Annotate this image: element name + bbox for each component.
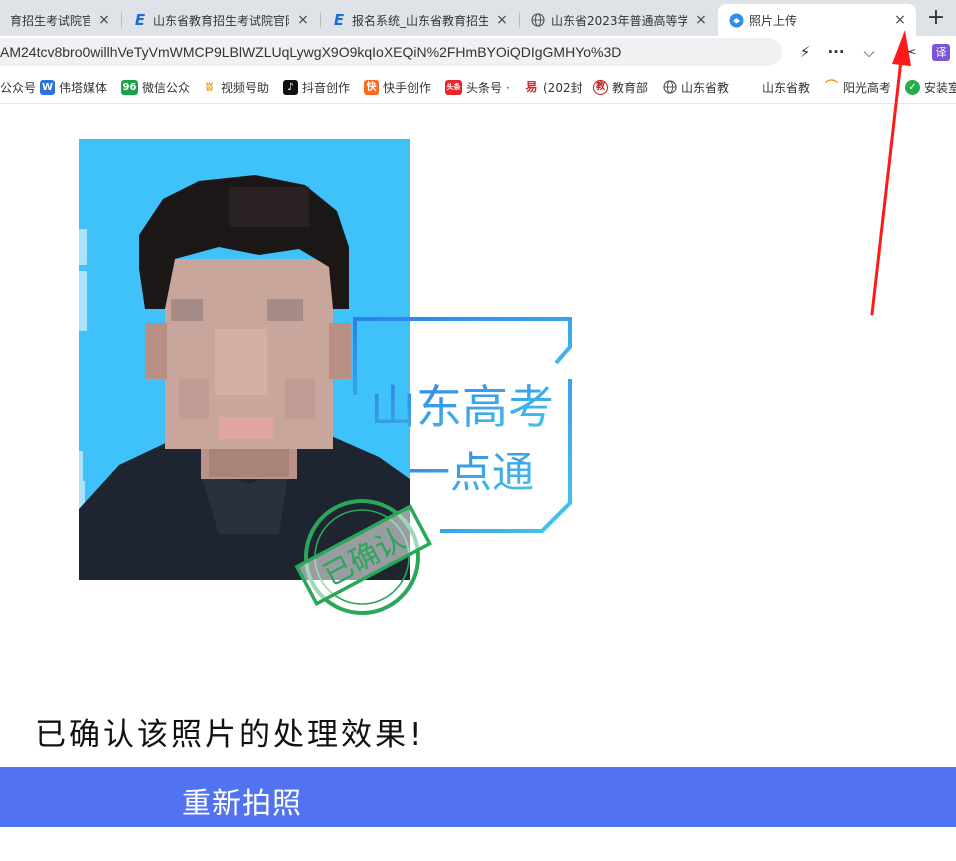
bookmark-label: 山东省教 — [762, 80, 811, 95]
globe-icon — [662, 79, 677, 95]
address-bar: AM24tcv8bro0willhVeTyVmWMCP9LBlWZLUqLywg… — [0, 36, 956, 68]
bookmark-item[interactable]: 教 教育部 — [593, 78, 655, 96]
tab-4[interactable]: 山东省2023年普通高等学 × — [520, 4, 717, 36]
tab-title: 照片上传 — [749, 13, 798, 28]
bookmarks-bar: 公众号 W 伟塔媒体 96 微信公众 ʬ 视频号助 ♪ 抖音创作 快 快手创作 … — [0, 68, 956, 104]
bookmark-label: 阳光高考 — [843, 80, 892, 95]
netease-icon: 易 — [524, 79, 539, 95]
site-logo-icon — [728, 12, 744, 28]
bookmark-label: 公众号 — [0, 80, 36, 95]
bookmark-label: 快手创作 — [383, 80, 432, 95]
retake-photo-label: 重新拍照 — [182, 788, 303, 820]
toutiao-icon: 头条 — [445, 79, 462, 95]
tiktok-icon: ♪ — [283, 79, 298, 95]
close-tab-icon[interactable]: × — [494, 12, 510, 28]
lightning-icon[interactable]: ⚡ — [795, 42, 815, 62]
bookmark-item[interactable]: ʬ 视频号助 — [202, 78, 274, 96]
url-field[interactable]: AM24tcv8bro0willhVeTyVmWMCP9LBlWZLUqLywg… — [0, 38, 782, 66]
tab-strip: 育招生考试院官网 × E 山东省教育招生考试院官网 × E 报名系统_山东省教育… — [0, 0, 956, 36]
bookmark-item[interactable]: ♪ 抖音创作 — [283, 78, 355, 96]
e-logo-icon: E — [333, 11, 345, 29]
bookmark-item[interactable]: E 山东省教 — [743, 78, 815, 96]
tab-title: 育招生考试院官网 — [10, 13, 90, 28]
bookmark-label: (202封 — [543, 80, 583, 95]
bookmark-item[interactable]: 公众号 — [0, 78, 36, 96]
tab-title: 山东省2023年普通高等学 — [551, 13, 687, 28]
close-tab-icon[interactable]: × — [693, 12, 709, 28]
watermark-logo-line1: 山东高考 — [370, 380, 554, 434]
new-tab-button[interactable]: + — [922, 6, 950, 30]
tab-photo-upload[interactable]: 照片上传 × — [718, 4, 916, 36]
bookmark-label: 视频号助 — [221, 80, 270, 95]
moe-emblem-icon: 教 — [593, 79, 608, 95]
bookmark-item[interactable]: ✓ 安装室 — [905, 78, 956, 96]
tab-title: 山东省教育招生考试院官网 — [153, 13, 289, 28]
rainbow-icon: ⌒ — [824, 79, 838, 95]
bookmark-item[interactable]: W 伟塔媒体 — [40, 78, 112, 96]
close-tab-icon[interactable]: × — [892, 12, 908, 28]
tab-1[interactable]: 育招生考试院官网 × — [0, 4, 120, 36]
close-tab-icon[interactable]: × — [96, 12, 112, 28]
retake-photo-button[interactable]: 重新拍照 — [0, 767, 956, 827]
check-circle-icon: ✓ — [905, 79, 920, 95]
e-logo-icon: E — [747, 81, 754, 93]
bookmark-item[interactable]: 快 快手创作 — [364, 78, 436, 96]
more-icon[interactable]: ··· — [826, 42, 846, 62]
bookmark-item[interactable]: 头条 头条号 · — [445, 78, 515, 96]
globe-icon — [530, 12, 546, 28]
bookmark-label: 抖音创作 — [302, 80, 351, 95]
chevron-down-icon[interactable]: ⌵ — [859, 42, 879, 62]
close-tab-icon[interactable]: × — [295, 12, 311, 28]
bookmark-item[interactable]: ⌒ 阳光高考 — [824, 78, 896, 96]
bookmark-item[interactable]: 96 微信公众 — [121, 78, 193, 96]
tab-2[interactable]: E 山东省教育招生考试院官网 × — [122, 4, 319, 36]
bookmark-label: 微信公众 — [142, 80, 191, 95]
confirm-message: 已确认该照片的处理效果! — [35, 717, 425, 753]
bookmark-label: 伟塔媒体 — [59, 80, 108, 95]
96-logo-icon: 96 — [121, 79, 138, 95]
bookmark-label: 头条号 · — [466, 80, 510, 95]
bookmark-item[interactable]: 山东省教 — [662, 78, 734, 96]
e-logo-icon: E — [134, 11, 146, 29]
video-account-icon: ʬ — [202, 79, 217, 95]
url-text: AM24tcv8bro0willhVeTyVmWMCP9LBlWZLUqLywg… — [0, 44, 622, 60]
bookmark-label: 山东省教 — [681, 80, 730, 95]
kuaishou-icon: 快 — [364, 79, 379, 95]
tab-title: 报名系统_山东省教育招生 — [352, 13, 488, 28]
shandong-gaokao-watermark: 山东高考 一点通 已确认 — [294, 317, 572, 615]
bookmark-item[interactable]: 易 (202封 — [524, 78, 584, 96]
confirmed-stamp: 已确认 — [294, 499, 433, 615]
tab-3[interactable]: E 报名系统_山东省教育招生 × — [321, 4, 518, 36]
w-logo-icon: W — [40, 79, 55, 95]
scissors-icon[interactable]: ✂ — [900, 42, 920, 62]
translate-icon[interactable]: 译 — [932, 44, 950, 61]
bookmark-label: 安装室 — [924, 80, 956, 95]
watermark-logo-line2: 一点通 — [408, 448, 534, 497]
bookmark-label: 教育部 — [612, 80, 649, 95]
